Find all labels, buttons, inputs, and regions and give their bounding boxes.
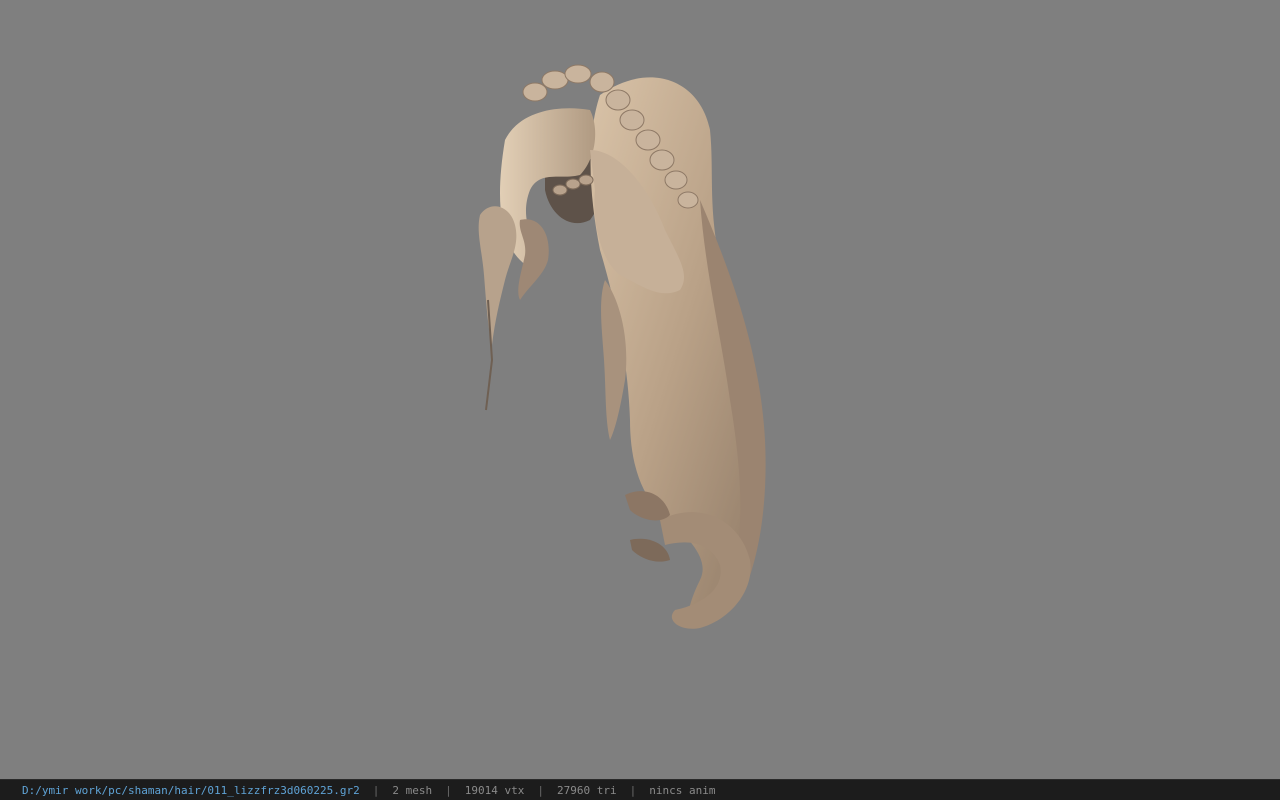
separator: | [372,783,380,797]
hair-left-strand [478,206,517,345]
animation-status: nincs anim [649,783,716,797]
triangle-count: 27960 tri [557,783,617,797]
mesh-count: 2 mesh [392,783,433,797]
vertex-count: 19014 vtx [464,783,525,797]
separator: | [445,783,452,797]
file-path: D:/ymir work/pc/shaman/hair/011_lizzfrz3… [22,783,360,797]
hair-curl-small-2 [630,538,670,562]
separator: | [537,783,544,797]
3d-viewport[interactable] [0,0,1280,779]
hair-model-render [478,64,766,629]
status-bar: D:/ymir work/pc/shaman/hair/011_lizzfrz3… [0,779,1280,800]
separator: | [629,783,637,797]
